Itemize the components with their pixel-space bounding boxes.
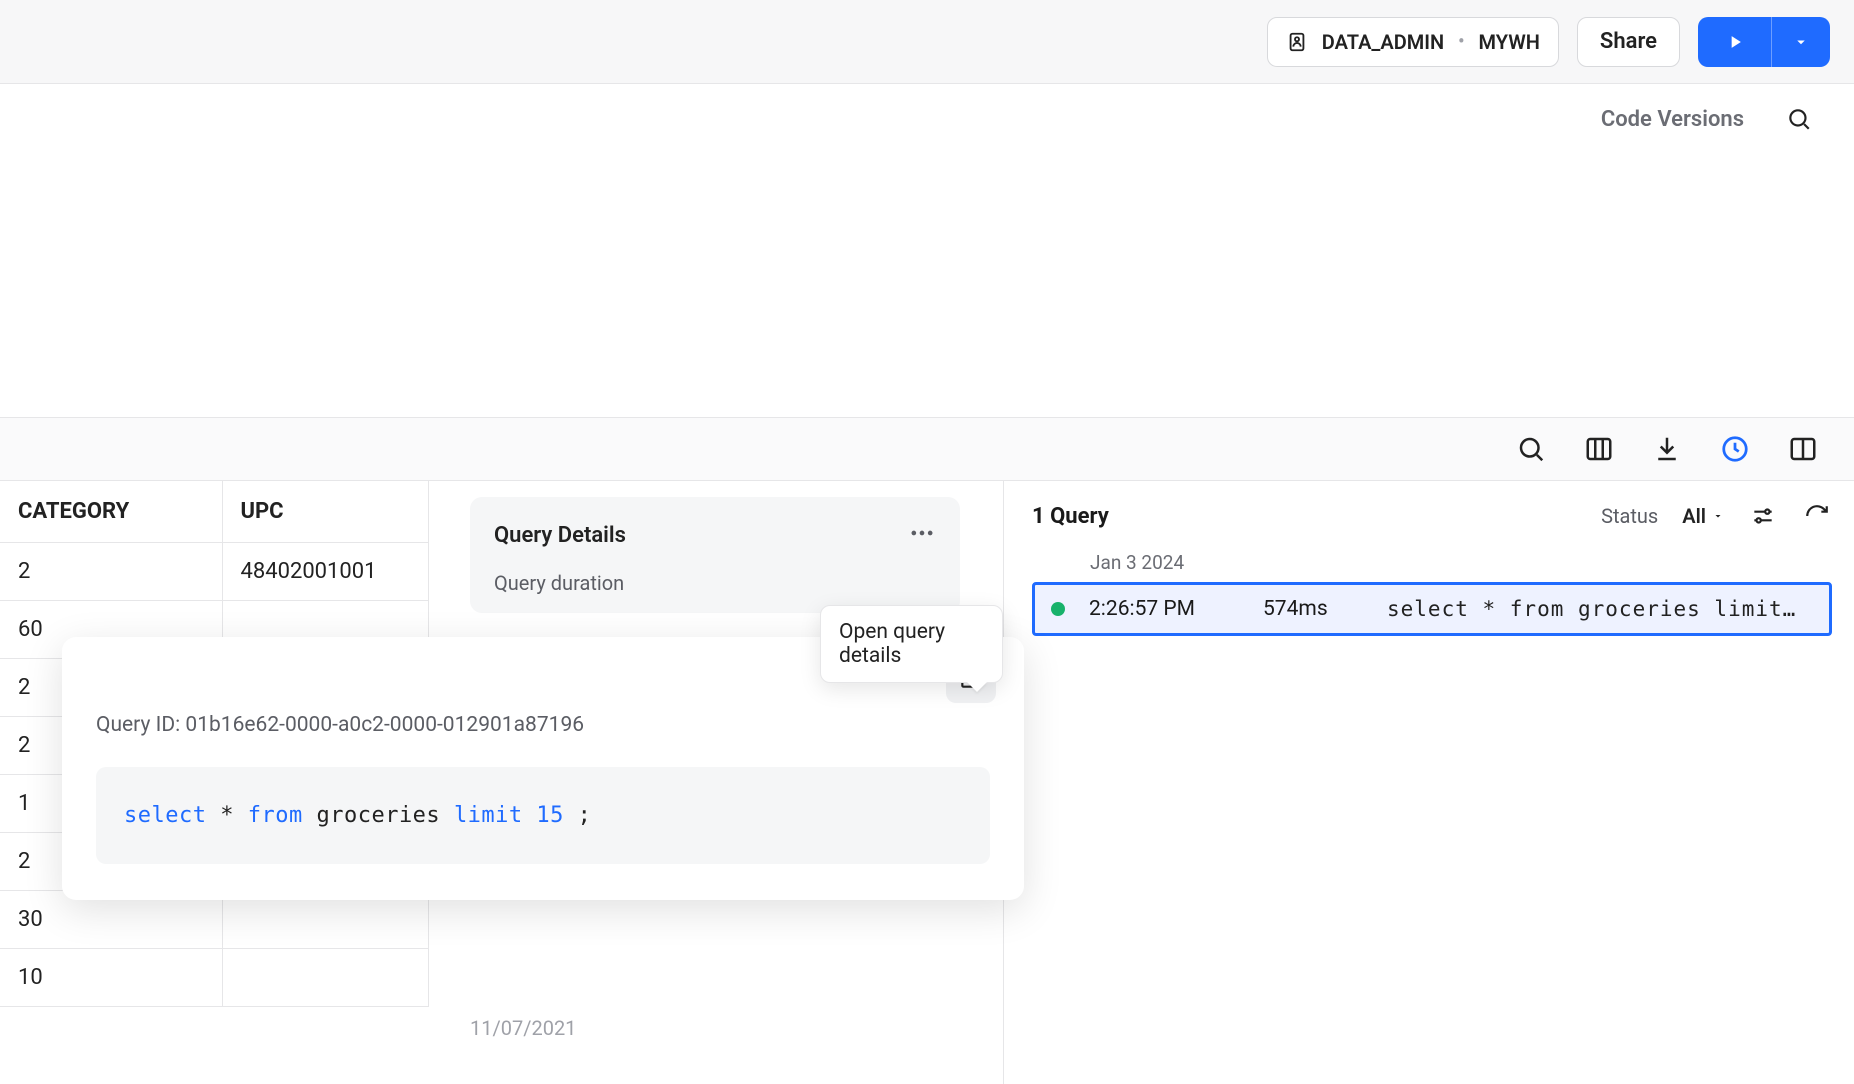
sql-keyword-select: select <box>124 803 206 828</box>
status-value: All <box>1682 504 1706 528</box>
run-button[interactable] <box>1698 17 1772 67</box>
history-header: 1 Query Status All <box>1032 501 1832 531</box>
query-sql-preview: select * from groceries limit… <box>1387 597 1813 621</box>
role-name: DATA_ADMIN <box>1322 30 1444 54</box>
sql-keyword-from: from <box>248 803 303 828</box>
share-button[interactable]: Share <box>1577 17 1680 67</box>
sub-header: Code Versions <box>0 84 1854 154</box>
sql-semicolon: ; <box>578 803 592 828</box>
editor-area[interactable] <box>0 154 1854 417</box>
query-id-line: Query ID: 01b16e62-0000-a0c2-0000-012901… <box>96 713 990 737</box>
tooltip-text: Open query details <box>839 620 945 668</box>
results-toolbar <box>0 417 1854 481</box>
cell: 10 <box>0 949 222 1007</box>
faded-row-date: 11/07/2021 <box>470 1016 576 1040</box>
sql-star: * <box>220 803 234 828</box>
sql-limit-n: 15 <box>536 803 564 828</box>
history-title: 1 Query <box>1032 504 1109 529</box>
query-time: 2:26:57 PM <box>1089 597 1239 621</box>
panel-toggle-icon[interactable] <box>1788 434 1818 464</box>
share-label: Share <box>1600 29 1657 54</box>
filter-settings-icon[interactable] <box>1748 501 1778 531</box>
query-history-pane: 1 Query Status All Jan 3 2024 2:26:57 PM… <box>1004 481 1854 1084</box>
role-warehouse-selector[interactable]: DATA_ADMIN • MYWH <box>1267 17 1559 67</box>
refresh-icon[interactable] <box>1802 501 1832 531</box>
results-left-pane: CATEGORY UPC 248402001001 60 2 2 1 2 30 … <box>0 481 1004 1084</box>
more-icon[interactable] <box>908 519 936 551</box>
query-duration-label: Query duration <box>494 571 936 595</box>
open-query-details-tooltip: Open query details <box>820 605 1003 683</box>
main-split: CATEGORY UPC 248402001001 60 2 2 1 2 30 … <box>0 481 1854 1084</box>
separator-dot: • <box>1458 31 1464 52</box>
run-dropdown-button[interactable] <box>1772 17 1830 67</box>
status-success-dot-icon <box>1051 602 1065 616</box>
history-clock-icon[interactable] <box>1720 434 1750 464</box>
status-label: Status <box>1601 504 1658 528</box>
warehouse-name: MYWH <box>1479 30 1540 54</box>
history-controls: Status All <box>1601 501 1832 531</box>
query-id-label: Query ID: <box>96 713 180 737</box>
search-results-icon[interactable] <box>1516 434 1546 464</box>
query-details-card: Query Details Query duration <box>470 497 960 613</box>
sql-block: select * from groceries limit 15 ; <box>96 767 990 864</box>
search-icon[interactable] <box>1784 104 1814 134</box>
table-row[interactable]: 248402001001 <box>0 543 428 601</box>
table-row[interactable]: 10 <box>0 949 428 1007</box>
run-button-group <box>1698 17 1830 67</box>
history-date: Jan 3 2024 <box>1032 551 1832 574</box>
query-history-row[interactable]: 2:26:57 PM 574ms select * from groceries… <box>1032 582 1832 636</box>
column-header-category[interactable]: CATEGORY <box>0 481 222 543</box>
status-filter-dropdown[interactable]: All <box>1682 504 1724 528</box>
query-id-value: 01b16e62-0000-a0c2-0000-012901a87196 <box>185 713 584 737</box>
download-icon[interactable] <box>1652 434 1682 464</box>
sql-keyword-limit: limit <box>454 803 523 828</box>
columns-icon[interactable] <box>1584 434 1614 464</box>
query-details-title: Query Details <box>494 523 626 548</box>
sql-table: groceries <box>316 803 440 828</box>
top-header: DATA_ADMIN • MYWH Share <box>0 0 1854 84</box>
query-duration: 574ms <box>1263 597 1363 621</box>
cell: 48402001001 <box>222 543 428 601</box>
code-versions-link[interactable]: Code Versions <box>1601 107 1744 132</box>
cell <box>222 949 428 1007</box>
role-icon <box>1286 31 1308 53</box>
column-header-upc[interactable]: UPC <box>222 481 428 543</box>
cell: 2 <box>0 543 222 601</box>
